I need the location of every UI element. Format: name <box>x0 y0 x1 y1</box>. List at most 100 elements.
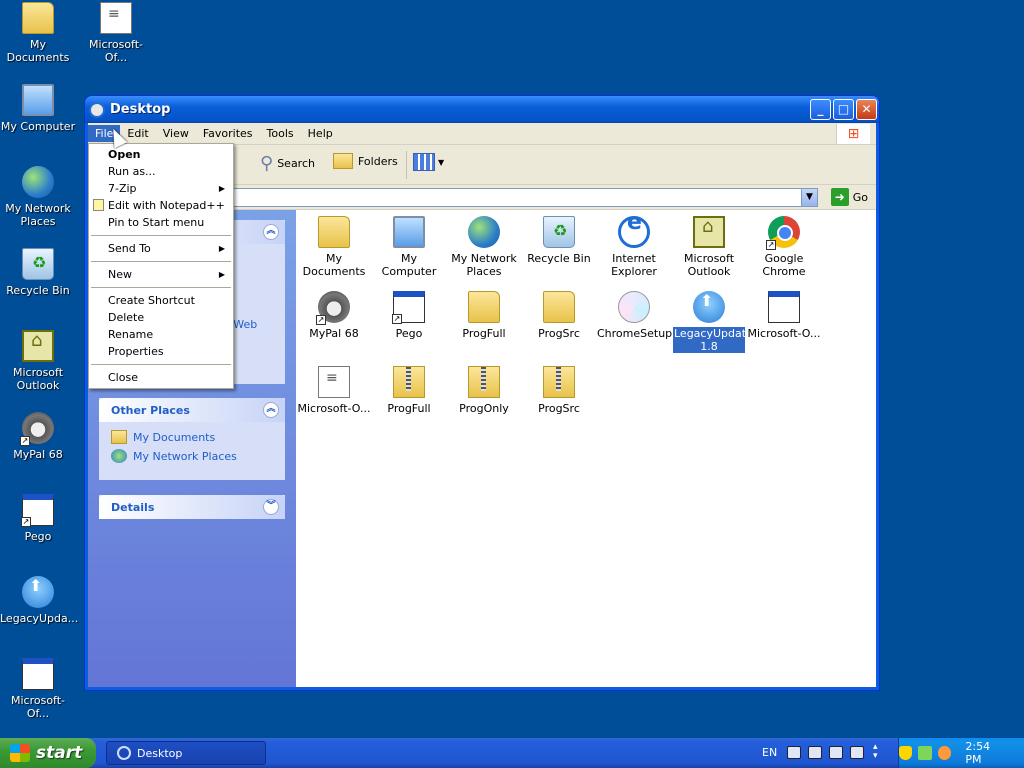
menu-separator <box>91 235 231 236</box>
desktop-icon-microsoft-office-app[interactable]: Microsoft-Of... <box>0 658 76 720</box>
file-label: Recycle Bin <box>527 252 591 265</box>
title-bar[interactable]: Desktop _ □ ✕ <box>85 96 879 123</box>
file-item-my-documents[interactable]: My Documents <box>296 216 372 278</box>
desktop-icon-my-computer[interactable]: My Computer <box>0 84 76 133</box>
other-places-link-my-documents[interactable]: My Documents <box>111 430 273 444</box>
desktop-icon-microsoft-office-doc[interactable]: Microsoft-Of... <box>78 2 154 64</box>
expand-chevron-icon[interactable]: ︾ <box>263 499 279 515</box>
maximize-button[interactable]: □ <box>833 99 854 120</box>
menu-item-new[interactable]: New ▶ <box>89 266 233 283</box>
menu-help[interactable]: Help <box>301 125 340 142</box>
file-item-internet-explorer[interactable]: Internet Explorer <box>596 216 672 278</box>
file-item-progsrc-folder[interactable]: ProgSrc <box>521 291 597 340</box>
file-item-microsoft-office-doc[interactable]: Microsoft-O... <box>296 366 372 415</box>
menu-item-create-shortcut[interactable]: Create Shortcut <box>89 292 233 309</box>
views-icon <box>413 153 435 171</box>
folders-label: Folders <box>358 154 398 168</box>
security-shield-icon[interactable] <box>899 746 913 760</box>
desktop-icon-my-documents[interactable]: My Documents <box>0 2 76 64</box>
menu-item-run-as[interactable]: Run as... <box>89 163 233 180</box>
go-button[interactable]: ➜ Go <box>830 188 868 206</box>
collapse-chevron-icon[interactable]: ︽ <box>263 224 279 240</box>
views-button[interactable]: ▼ <box>413 153 444 171</box>
file-item-pego[interactable]: ↗ Pego <box>371 291 447 340</box>
other-places-link-my-network-places[interactable]: My Network Places <box>111 449 273 463</box>
search-tray-icon[interactable] <box>937 746 952 760</box>
desktop-icon-mypal[interactable]: ↗ MyPal 68 <box>0 412 76 461</box>
start-button[interactable]: start <box>0 738 96 768</box>
network-status-icon[interactable] <box>918 746 932 760</box>
desktop-icon-legacy-update[interactable]: LegacyUpda... <box>0 576 78 625</box>
collapse-chevron-icon[interactable]: ︽ <box>263 402 279 418</box>
file-label: Microsoft-O... <box>747 327 821 340</box>
clock[interactable]: 2:54 PM <box>965 740 1008 766</box>
menu-item-7zip[interactable]: 7-Zip ▶ <box>89 180 233 197</box>
taskbar-button-desktop[interactable]: Desktop <box>106 741 266 765</box>
menu-item-edit-notepadpp[interactable]: Edit with Notepad++ <box>89 197 233 214</box>
file-item-microsoft-outlook[interactable]: Microsoft Outlook <box>671 216 747 278</box>
close-button[interactable]: ✕ <box>856 99 877 120</box>
details-header[interactable]: Details ︾ <box>99 495 285 519</box>
window-app-icon <box>768 291 800 323</box>
file-label: Google Chrome <box>762 252 806 278</box>
file-label: My Documents <box>302 252 366 278</box>
file-item-recycle-bin[interactable]: Recycle Bin <box>521 216 597 265</box>
file-label: LegacyUpdate-1.8 <box>673 327 757 353</box>
notepadpp-icon <box>93 199 104 211</box>
language-indicator[interactable]: EN <box>762 746 777 759</box>
menu-item-send-to[interactable]: Send To ▶ <box>89 240 233 257</box>
file-item-progonly-zip[interactable]: ProgOnly <box>446 366 522 415</box>
ime-icon[interactable] <box>829 746 843 759</box>
file-item-microsoft-office-app[interactable]: Microsoft-O... <box>746 291 822 340</box>
desktop-icon-label: My Computer <box>0 120 76 133</box>
file-item-legacyupdate[interactable]: LegacyUpdate-1.8 <box>671 291 757 353</box>
document-icon <box>318 366 350 398</box>
address-dropdown-button[interactable]: ▼ <box>801 189 817 206</box>
file-item-progfull-folder[interactable]: ProgFull <box>446 291 522 340</box>
file-item-progfull-zip[interactable]: ProgFull <box>371 366 447 415</box>
menu-tools[interactable]: Tools <box>260 125 301 142</box>
search-button[interactable]: ⚲ Search <box>260 153 315 174</box>
file-label: MyPal 68 <box>309 327 359 340</box>
pen-icon[interactable] <box>808 746 822 759</box>
keyboard-icon[interactable] <box>787 746 801 759</box>
menu-item-open[interactable]: Open <box>89 146 233 163</box>
network-icon <box>468 216 500 248</box>
desktop-icon-pego[interactable]: ↗ Pego <box>0 494 76 543</box>
toolbar-separator <box>406 151 407 179</box>
folders-button[interactable]: Folders <box>333 153 398 169</box>
address-input[interactable]: ▼ <box>230 188 818 207</box>
other-places-header[interactable]: Other Places ︽ <box>99 398 285 422</box>
zip-folder-icon <box>468 366 500 398</box>
menu-bar: File Edit View Favorites Tools Help ⊞ <box>88 123 876 145</box>
menu-item-rename[interactable]: Rename <box>89 326 233 343</box>
desktop-icon-microsoft-outlook[interactable]: Microsoft Outlook <box>0 330 76 392</box>
menu-favorites[interactable]: Favorites <box>196 125 260 142</box>
file-item-chromesetup[interactable]: ChromeSetup <box>596 291 672 340</box>
menu-item-pin-start[interactable]: Pin to Start menu <box>89 214 233 231</box>
file-label: Microsoft Outlook <box>683 252 735 278</box>
desktop-icon-label: Microsoft-Of... <box>10 694 66 720</box>
menu-item-close[interactable]: Close <box>89 369 233 386</box>
file-item-google-chrome[interactable]: ↗ Google Chrome <box>746 216 822 278</box>
help-icon[interactable] <box>850 746 864 759</box>
zip-folder-icon <box>393 366 425 398</box>
menu-view[interactable]: View <box>156 125 196 142</box>
menu-item-properties[interactable]: Properties <box>89 343 233 360</box>
installer-cd-icon <box>618 291 650 323</box>
menu-item-delete[interactable]: Delete <box>89 309 233 326</box>
file-item-my-computer[interactable]: My Computer <box>371 216 447 278</box>
file-item-mypal[interactable]: ↗ MyPal 68 <box>296 291 372 340</box>
network-icon <box>22 166 54 198</box>
minimize-button[interactable]: _ <box>810 99 831 120</box>
desktop-icon-label: My Documents <box>6 38 70 64</box>
start-label: start <box>36 743 83 763</box>
language-bar-options-icon[interactable]: ▴ ▾ <box>873 743 878 761</box>
file-item-progsrc-zip[interactable]: ProgSrc <box>521 366 597 415</box>
file-label: ChromeSetup <box>597 327 673 340</box>
submenu-arrow-icon: ▶ <box>218 270 225 279</box>
desktop-icon-my-network-places[interactable]: My Network Places <box>0 166 76 228</box>
menu-item-label: 7-Zip <box>108 182 137 195</box>
file-item-my-network-places[interactable]: My Network Places <box>446 216 522 278</box>
desktop-icon-recycle-bin[interactable]: Recycle Bin <box>0 248 76 297</box>
